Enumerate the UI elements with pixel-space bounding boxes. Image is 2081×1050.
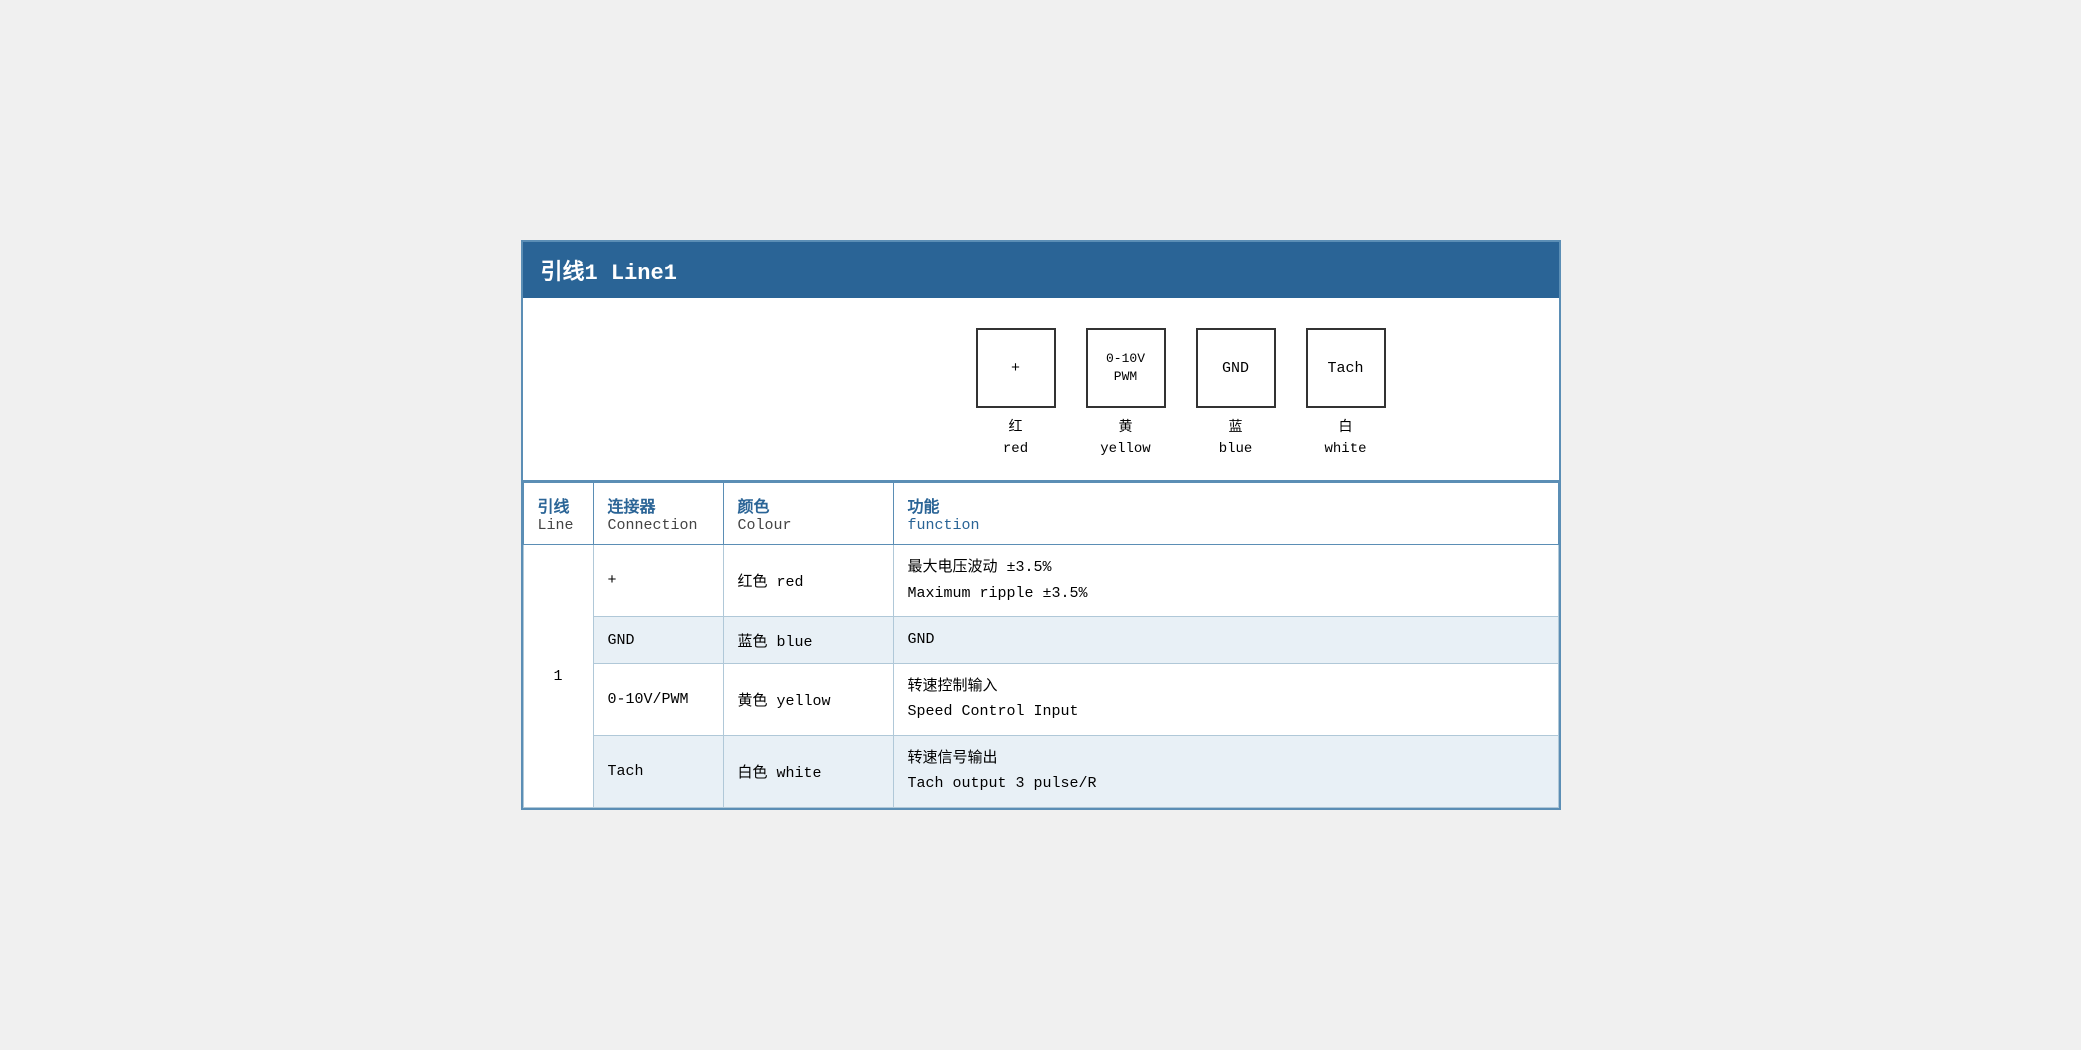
- diagram-section: + 0-10VPWM GND Tach 红red 黄yellow 蓝blue 白…: [523, 298, 1559, 482]
- data-table: 引线 Line 连接器 Connection 颜色 Colour 功能 func…: [523, 482, 1559, 808]
- colour-yellow: 黄色 yellow: [723, 663, 893, 735]
- connector-pwm: 0-10V/PWM: [593, 663, 723, 735]
- label-yellow: 黄yellow: [1086, 418, 1166, 460]
- colour-blue: 蓝色 blue: [723, 617, 893, 664]
- line-number-1: 1: [523, 545, 593, 808]
- main-container: 引线1 Line1 + 0-10VPWM GND Tach 红red 黄yell…: [521, 240, 1561, 810]
- function-tach: 转速信号输出 Tach output 3 pulse/R: [893, 735, 1558, 807]
- col-header-line: 引线 Line: [523, 483, 593, 545]
- col-header-function: 功能 function: [893, 483, 1558, 545]
- labels-row: 红red 黄yellow 蓝blue 白white: [976, 418, 1386, 460]
- label-red: 红red: [976, 418, 1056, 460]
- header-section: 引线1 Line1: [523, 242, 1559, 298]
- label-white: 白white: [1306, 418, 1386, 460]
- table-header-row: 引线 Line 连接器 Connection 颜色 Colour 功能 func…: [523, 483, 1558, 545]
- table-section: 引线 Line 连接器 Connection 颜色 Colour 功能 func…: [523, 482, 1559, 808]
- terminal-plus: +: [976, 328, 1056, 408]
- colour-white: 白色 white: [723, 735, 893, 807]
- col-header-colour: 颜色 Colour: [723, 483, 893, 545]
- function-gnd: GND: [893, 617, 1558, 664]
- terminal-tach: Tach: [1306, 328, 1386, 408]
- col-header-connection: 连接器 Connection: [593, 483, 723, 545]
- terminal-gnd: GND: [1196, 328, 1276, 408]
- connector-gnd: GND: [593, 617, 723, 664]
- table-row: 0-10V/PWM 黄色 yellow 转速控制输入 Speed Control…: [523, 663, 1558, 735]
- table-row: 1 + 红色 red 最大电压波动 ±3.5% Maximum ripple ±…: [523, 545, 1558, 617]
- colour-red: 红色 red: [723, 545, 893, 617]
- table-row: Tach 白色 white 转速信号输出 Tach output 3 pulse…: [523, 735, 1558, 807]
- page-title: 引线1 Line1: [541, 261, 677, 286]
- connector-plus: +: [593, 545, 723, 617]
- function-ripple: 最大电压波动 ±3.5% Maximum ripple ±3.5%: [893, 545, 1558, 617]
- terminal-pwm: 0-10VPWM: [1086, 328, 1166, 408]
- label-blue: 蓝blue: [1196, 418, 1276, 460]
- terminals-row: + 0-10VPWM GND Tach: [976, 328, 1386, 408]
- connector-tach: Tach: [593, 735, 723, 807]
- table-row: GND 蓝色 blue GND: [523, 617, 1558, 664]
- function-speed: 转速控制输入 Speed Control Input: [893, 663, 1558, 735]
- diagram-inner: + 0-10VPWM GND Tach 红red 黄yellow 蓝blue 白…: [976, 328, 1386, 460]
